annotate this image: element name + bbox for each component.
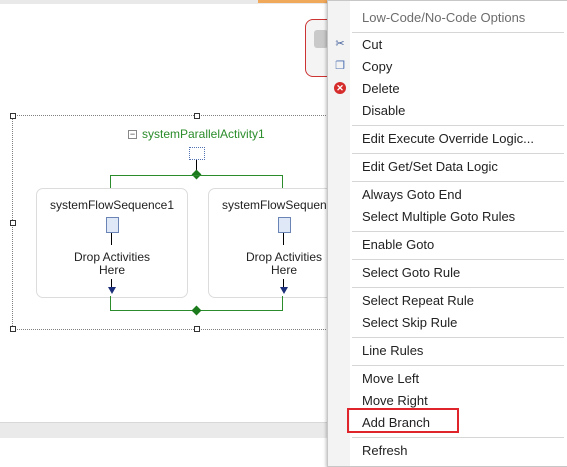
delete-icon: ✕ bbox=[334, 82, 346, 94]
flow-sequence-title: systemFlowSequence1 bbox=[49, 198, 175, 212]
menu-item-label: Copy bbox=[362, 59, 393, 74]
menu-item-label: Disable bbox=[362, 103, 406, 118]
menu-separator bbox=[352, 337, 564, 338]
parallel-activity-title[interactable]: − systemParallelActivity1 bbox=[128, 127, 265, 141]
menu-item-edit-execute-override-logic[interactable]: Edit Execute Override Logic... bbox=[350, 128, 567, 150]
menu-item-label: Edit Get/Set Data Logic bbox=[362, 159, 498, 174]
menu-item-label: Select Goto Rule bbox=[362, 265, 461, 280]
flow-sequence-box[interactable]: systemFlowSequence Drop Activities Here bbox=[208, 188, 339, 298]
menu-separator bbox=[352, 437, 564, 438]
menu-item-always-goto-end[interactable]: Always Goto End bbox=[350, 184, 567, 206]
menu-item-select-multiple-goto-rules[interactable]: Select Multiple Goto Rules bbox=[350, 206, 567, 228]
down-arrow-icon bbox=[280, 287, 288, 294]
context-menu-header: Low-Code/No-Code Options bbox=[362, 10, 526, 25]
selection-handle[interactable] bbox=[10, 326, 16, 332]
menu-item-delete[interactable]: ✕ Delete bbox=[334, 78, 567, 100]
horizontal-scrollbar[interactable] bbox=[0, 422, 330, 439]
parallel-activity-title-text: systemParallelActivity1 bbox=[142, 127, 265, 141]
menu-separator bbox=[352, 125, 564, 126]
menu-item-enable-goto[interactable]: Enable Goto bbox=[350, 234, 567, 256]
down-arrow-icon bbox=[108, 287, 116, 294]
flow-sequence-box[interactable]: systemFlowSequence1 Drop Activities Here bbox=[36, 188, 188, 298]
menu-item-move-left[interactable]: Move Left bbox=[350, 368, 567, 390]
copy-icon: ❐ bbox=[335, 60, 345, 72]
branch-bottom-left-rise bbox=[110, 296, 111, 310]
menu-item-label: Select Repeat Rule bbox=[362, 293, 475, 308]
menu-item-label: Enable Goto bbox=[362, 237, 435, 252]
sequence-icon bbox=[106, 217, 119, 233]
menu-item-label: Always Goto End bbox=[362, 187, 462, 202]
selection-handle[interactable] bbox=[10, 113, 16, 119]
flow-sequence-title: systemFlowSequence bbox=[222, 198, 340, 212]
branch-bottom-right-rise bbox=[282, 296, 283, 310]
selection-handle[interactable] bbox=[194, 113, 200, 119]
menu-item-select-repeat-rule[interactable]: Select Repeat Rule bbox=[350, 290, 567, 312]
context-menu[interactable]: Low-Code/No-Code Options ✂ Cut ❐ Copy ✕ … bbox=[327, 0, 567, 467]
drop-activities-hint: Drop Activities Here bbox=[37, 251, 187, 277]
menu-item-copy[interactable]: ❐ Copy bbox=[335, 56, 567, 78]
parallel-branch-icon[interactable] bbox=[189, 147, 205, 160]
connector-line bbox=[111, 233, 112, 245]
menu-item-disable[interactable]: Disable bbox=[350, 100, 567, 122]
menu-item-label: Edit Execute Override Logic... bbox=[362, 131, 534, 146]
selection-handle[interactable] bbox=[10, 220, 16, 226]
scissors-icon: ✂ bbox=[335, 38, 345, 50]
menu-item-label: Cut bbox=[362, 37, 383, 52]
menu-item-edit-get-set-data-logic[interactable]: Edit Get/Set Data Logic bbox=[350, 156, 567, 178]
sequence-icon bbox=[278, 217, 291, 233]
highlight-box-add-branch bbox=[347, 408, 459, 433]
collapse-icon[interactable]: − bbox=[128, 130, 137, 139]
menu-item-label: Line Rules bbox=[362, 343, 424, 358]
menu-item-line-rules[interactable]: Line Rules bbox=[350, 340, 567, 362]
menu-separator bbox=[352, 153, 564, 154]
menu-item-label: Delete bbox=[362, 81, 400, 96]
menu-item-label: Move Left bbox=[362, 371, 420, 386]
connector-line bbox=[283, 233, 284, 245]
menu-item-select-skip-rule[interactable]: Select Skip Rule bbox=[350, 312, 567, 334]
menu-item-label: Move Right bbox=[362, 393, 428, 408]
menu-item-label: Select Multiple Goto Rules bbox=[362, 209, 516, 224]
menu-item-select-goto-rule[interactable]: Select Goto Rule bbox=[350, 262, 567, 284]
connector-line bbox=[283, 279, 284, 287]
branch-top-left-drop bbox=[110, 175, 111, 188]
bottom-bar bbox=[0, 438, 330, 465]
menu-separator bbox=[352, 287, 564, 288]
connector-line bbox=[111, 279, 112, 287]
menu-item-label: Select Skip Rule bbox=[362, 315, 458, 330]
activity-icon bbox=[314, 30, 328, 48]
branch-top-right-drop bbox=[282, 175, 283, 188]
menu-item-refresh[interactable]: Refresh bbox=[350, 440, 567, 462]
menu-separator bbox=[352, 259, 564, 260]
menu-separator bbox=[352, 32, 564, 33]
menu-separator bbox=[352, 365, 564, 366]
menu-item-label: Refresh bbox=[362, 443, 408, 458]
selection-handle[interactable] bbox=[194, 326, 200, 332]
drop-hint-line2: Here bbox=[98, 263, 125, 277]
menu-separator bbox=[352, 181, 564, 182]
branch-top-line bbox=[110, 175, 283, 176]
menu-item-cut[interactable]: ✂ Cut bbox=[335, 34, 567, 56]
menu-separator bbox=[352, 231, 564, 232]
